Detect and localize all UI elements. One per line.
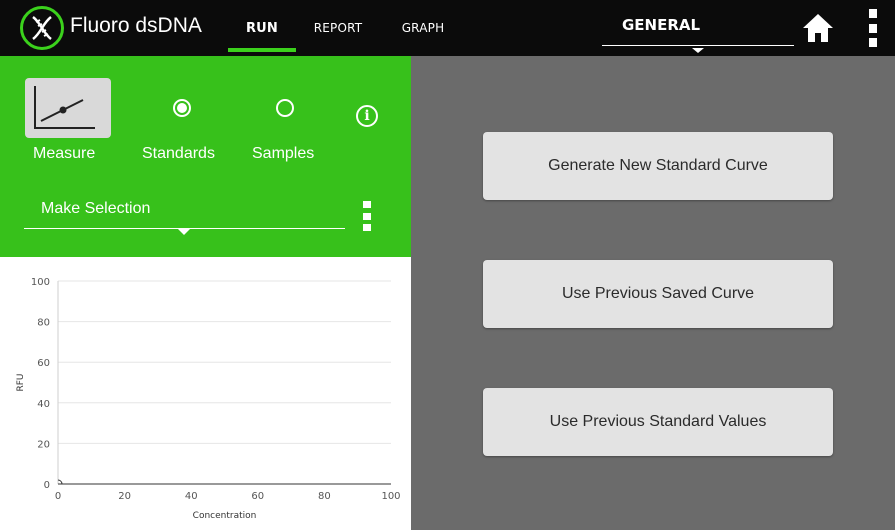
- standards-label: Standards: [142, 145, 215, 162]
- app-title: Fluoro dsDNA: [70, 14, 202, 37]
- y-tick-label: 0: [44, 480, 50, 491]
- y-tick-label: 20: [37, 439, 50, 450]
- y-axis-label: RFU: [16, 373, 26, 391]
- selection-dropdown[interactable]: Make Selection: [41, 200, 150, 218]
- home-icon[interactable]: [800, 10, 836, 46]
- tab-graph[interactable]: GRAPH: [392, 0, 454, 56]
- data-point: [57, 479, 63, 485]
- mode-dropdown[interactable]: GENERAL: [602, 8, 794, 46]
- measure-button[interactable]: [25, 78, 111, 138]
- measure-label: Measure: [33, 145, 96, 162]
- x-axis-label: Concentration: [193, 511, 257, 521]
- y-tick-label: 100: [31, 277, 50, 288]
- x-tick-label: 40: [185, 491, 198, 502]
- top-app-bar: Fluoro dsDNA RUN REPORT GRAPH GENERAL: [0, 0, 895, 56]
- chart-line-icon: [34, 86, 95, 129]
- samples-label: Samples: [252, 145, 315, 162]
- chevron-down-icon: [692, 48, 704, 53]
- x-tick-label: 0: [55, 491, 61, 502]
- more-vert-icon[interactable]: [866, 9, 880, 47]
- dna-helix-icon: [20, 6, 64, 50]
- x-tick-label: 100: [381, 491, 400, 502]
- standards-radio[interactable]: [173, 99, 191, 117]
- y-tick-label: 80: [37, 318, 50, 329]
- chart-canvas: 0 20 40 60 80 100 0 20 40 60 80 100 Concentration RFU: [16, 277, 401, 521]
- active-tab-indicator: [228, 48, 296, 52]
- generate-new-curve-button[interactable]: Generate New Standard Curve: [483, 132, 833, 200]
- samples-radio[interactable]: [276, 99, 294, 117]
- x-tick-label: 80: [318, 491, 331, 502]
- x-tick-label: 20: [118, 491, 131, 502]
- use-standard-values-button[interactable]: Use Previous Standard Values: [483, 388, 833, 456]
- more-vert-icon[interactable]: [363, 201, 373, 231]
- y-tick-label: 40: [37, 399, 50, 410]
- run-mode-panel: Measure Standards Samples i Make Selecti…: [0, 56, 411, 257]
- tab-report[interactable]: REPORT: [306, 0, 370, 56]
- x-tick-label: 60: [251, 491, 264, 502]
- info-icon[interactable]: i: [356, 105, 378, 127]
- chevron-down-icon: [178, 229, 190, 235]
- standard-curve-chart: 0 20 40 60 80 100 0 20 40 60 80 100 Concentration RFU: [0, 257, 411, 530]
- y-tick-label: 60: [37, 358, 50, 369]
- use-saved-curve-button[interactable]: Use Previous Saved Curve: [483, 260, 833, 328]
